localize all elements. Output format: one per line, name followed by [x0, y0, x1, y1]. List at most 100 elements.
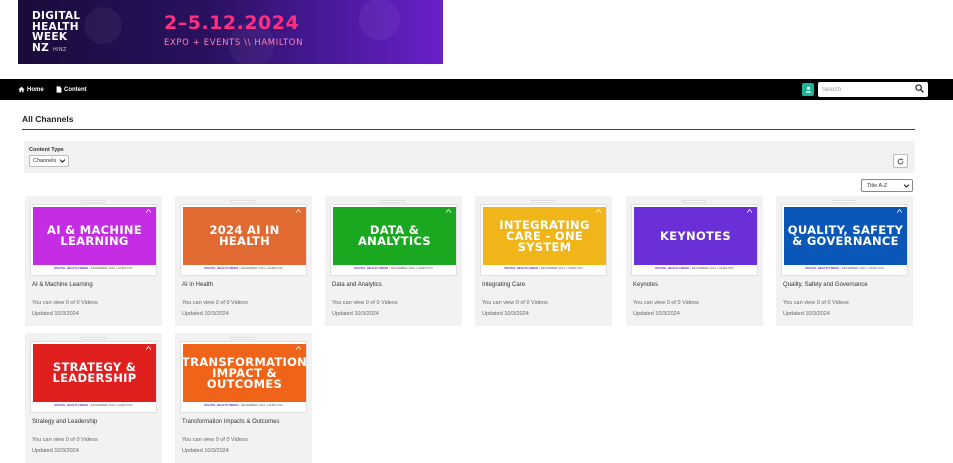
thumbnail-footer: DIGITAL HEALTH WEEK | DECEMBER 2024 | HA…: [204, 266, 283, 270]
nav-content[interactable]: Content: [56, 79, 87, 100]
brand-mark-icon: [747, 209, 752, 213]
content-type-value: Channels: [33, 158, 57, 164]
channel-name[interactable]: Data and Analytics: [332, 282, 382, 288]
content-type-label: Content Type: [29, 147, 64, 153]
filter-panel: [24, 141, 915, 173]
thumbnail-title: DATA & ANALYTICS: [357, 223, 432, 248]
channel-updated: Updated 10/3/2024: [182, 311, 229, 317]
channel-video-count: You can view 0 of 0 Videos: [783, 300, 849, 306]
channel-name[interactable]: Quality, Safety and Governance: [783, 282, 868, 288]
thumbnail-art: DATA & ANALYTICS: [333, 207, 456, 265]
channel-updated: Updated 10/3/2024: [482, 311, 529, 317]
thumbnail-art: 2024 AI IN HEALTH: [183, 207, 306, 265]
channel-card[interactable]: 2024 AI IN HEALTH DIGITAL HEALTH WEEK | D…: [175, 196, 312, 326]
thumbnail-title: TRANSFORMATION IMPACT & OUTCOMES: [181, 354, 308, 391]
user-button[interactable]: [802, 83, 814, 96]
thumbnail-art: AI & MACHINE LEARNING: [33, 207, 156, 265]
page-title: All Channels: [22, 114, 74, 124]
channel-card[interactable]: AI & MACHINE LEARNING DIGITAL HEALTH WEEK…: [25, 196, 162, 326]
thumbnail-art: KEYNOTES: [634, 207, 757, 265]
nav-home[interactable]: Home: [18, 79, 44, 100]
channel-video-count: You can view 0 of 0 Videos: [182, 437, 248, 443]
channel-thumbnail[interactable]: KEYNOTES DIGITAL HEALTH WEEK | DECEMBER 2…: [631, 204, 758, 276]
nav-content-label: Content: [64, 86, 87, 93]
channel-video-count: You can view 0 of 0 Videos: [182, 300, 248, 306]
home-icon: [18, 86, 25, 93]
channel-updated: Updated 10/3/2024: [332, 311, 379, 317]
chevron-down-icon: [59, 159, 66, 163]
channel-video-count: You can view 0 of 0 Videos: [633, 300, 699, 306]
thumbnail-title: KEYNOTES: [660, 228, 731, 243]
user-icon: [805, 86, 811, 93]
channel-name[interactable]: Integrating Care: [482, 282, 525, 288]
card-tab: [682, 200, 706, 203]
channel-thumbnail[interactable]: INTEGRATING CARE - ONE SYSTEM DIGITAL HEA…: [480, 204, 607, 276]
channel-updated: Updated 10/3/2024: [32, 311, 79, 317]
channel-thumbnail[interactable]: 2024 AI IN HEALTH DIGITAL HEALTH WEEK | D…: [180, 204, 307, 276]
channel-thumbnail[interactable]: AI & MACHINE LEARNING DIGITAL HEALTH WEEK…: [30, 204, 157, 276]
channel-card[interactable]: QUALITY, SAFETY & GOVERNANCE DIGITAL HEAL…: [776, 196, 913, 326]
channel-updated: Updated 10/3/2024: [182, 448, 229, 454]
brand-mark-icon: [296, 209, 301, 213]
channel-card[interactable]: TRANSFORMATION IMPACT & OUTCOMES DIGITAL …: [175, 333, 312, 463]
sort-value: Title A-Z: [867, 182, 888, 189]
thumbnail-footer: DIGITAL HEALTH WEEK | DECEMBER 2024 | HA…: [54, 403, 133, 407]
thumbnail-title: INTEGRATING CARE - ONE SYSTEM: [499, 217, 590, 254]
channel-card[interactable]: INTEGRATING CARE - ONE SYSTEM DIGITAL HEA…: [475, 196, 612, 326]
channel-card[interactable]: DATA & ANALYTICS DIGITAL HEALTH WEEK | DE…: [325, 196, 462, 326]
brand-mark-icon: [596, 209, 601, 213]
card-tab: [381, 200, 405, 203]
brand-mark-icon: [446, 209, 451, 213]
card-tab: [231, 337, 255, 340]
card-tab: [81, 337, 105, 340]
logo-sub: HINZ: [52, 46, 67, 53]
channel-name[interactable]: AI & Machine Learning: [32, 282, 93, 288]
thumbnail-art: INTEGRATING CARE - ONE SYSTEM: [483, 207, 606, 265]
channel-card[interactable]: KEYNOTES DIGITAL HEALTH WEEK | DECEMBER 2…: [626, 196, 763, 326]
brand-mark-icon: [296, 346, 301, 350]
search-icon[interactable]: [915, 84, 924, 93]
thumbnail-art: TRANSFORMATION IMPACT & OUTCOMES: [181, 344, 308, 402]
channel-thumbnail[interactable]: DATA & ANALYTICS DIGITAL HEALTH WEEK | DE…: [330, 204, 457, 276]
thumbnail-art: STRATEGY & LEADERSHIP: [33, 344, 156, 402]
channel-name[interactable]: Keynotes: [633, 282, 658, 288]
sort-select[interactable]: Title A-Z: [861, 179, 913, 192]
thumbnail-footer: DIGITAL HEALTH WEEK | DECEMBER 2024 | HA…: [805, 266, 884, 270]
thumbnail-footer: DIGITAL HEALTH WEEK | DECEMBER 2024 | HA…: [354, 266, 433, 270]
channel-thumbnail[interactable]: STRATEGY & LEADERSHIP DIGITAL HEALTH WEEK…: [30, 341, 157, 413]
channel-thumbnail[interactable]: QUALITY, SAFETY & GOVERNANCE DIGITAL HEAL…: [781, 204, 908, 276]
channel-video-count: You can view 0 of 0 Videos: [32, 300, 98, 306]
thumbnail-title: 2024 AI IN HEALTH: [209, 223, 280, 248]
channel-video-count: You can view 0 of 0 Videos: [32, 437, 98, 443]
thumbnail-footer: DIGITAL HEALTH WEEK | DECEMBER 2024 | HA…: [54, 266, 133, 270]
card-tab: [531, 200, 555, 203]
content-type-select[interactable]: Channels: [29, 155, 69, 167]
title-divider: [22, 129, 915, 130]
brand-mark-icon: [146, 209, 151, 213]
brand-mark-icon: [897, 209, 902, 213]
nav-home-label: Home: [27, 86, 44, 93]
channel-video-count: You can view 0 of 0 Videos: [482, 300, 548, 306]
banner-dates: 2–5.12.2024: [164, 12, 300, 34]
channel-name[interactable]: AI in Health: [182, 282, 213, 288]
refresh-icon: [897, 158, 904, 164]
thumbnail-title: STRATEGY & LEADERSHIP: [52, 360, 137, 385]
channel-card[interactable]: STRATEGY & LEADERSHIP DIGITAL HEALTH WEEK…: [25, 333, 162, 463]
channel-name[interactable]: Strategy and Leadership: [32, 419, 97, 425]
thumbnail-footer: DIGITAL HEALTH WEEK | DECEMBER 2024 | HA…: [204, 403, 283, 407]
channel-updated: Updated 10/3/2024: [32, 448, 79, 454]
channel-updated: Updated 10/3/2024: [633, 311, 680, 317]
refresh-button[interactable]: [893, 154, 908, 168]
card-tab: [81, 200, 105, 203]
card-tab: [231, 200, 255, 203]
logo-line: NZ HINZ: [32, 41, 67, 54]
search-input[interactable]: [822, 84, 912, 95]
banner-logo: DIGITAL HEALTH WEEK NZ HINZ: [32, 11, 80, 53]
thumbnail-art: QUALITY, SAFETY & GOVERNANCE: [784, 207, 907, 265]
channel-thumbnail[interactable]: TRANSFORMATION IMPACT & OUTCOMES DIGITAL …: [180, 341, 307, 413]
channel-name[interactable]: Transformation Impacts & Outcomes: [182, 419, 279, 425]
logo-line: DIGITAL: [32, 10, 81, 22]
banner-event-line: EXPO + EVENTS \\ HAMILTON: [164, 38, 304, 48]
search-box[interactable]: [818, 82, 928, 97]
brand-mark-icon: [146, 346, 151, 350]
